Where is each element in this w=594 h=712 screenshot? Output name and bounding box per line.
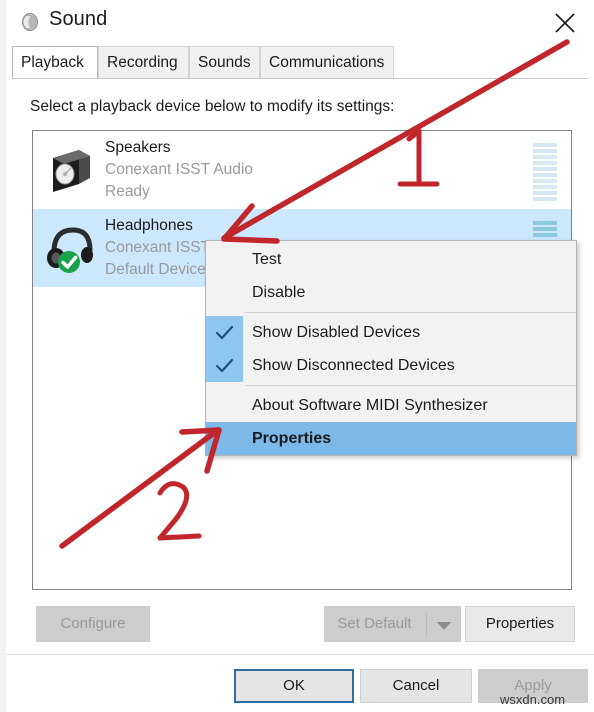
menu-item-label: Disable [252, 284, 306, 301]
volume-meter [533, 221, 557, 237]
device-status: Ready [105, 183, 150, 200]
tab-recording[interactable]: Recording [98, 46, 189, 78]
configure-button[interactable]: Configure [36, 606, 150, 642]
menu-item-label: Properties [252, 430, 332, 447]
tab-sounds[interactable]: Sounds [189, 46, 260, 78]
device-description: Conexant ISST Audio [105, 161, 253, 178]
menu-separator [245, 312, 576, 313]
ok-button[interactable]: OK [234, 669, 354, 703]
headphones-icon [45, 222, 97, 274]
tab-strip: Playback Recording Sounds Communications [6, 46, 594, 79]
properties-button[interactable]: Properties [465, 606, 575, 642]
menu-item-show-disconnected-devices[interactable]: Show Disconnected Devices [206, 349, 576, 382]
button-separator [426, 613, 427, 637]
menu-item-test[interactable]: Test [206, 243, 576, 276]
sound-dialog-window: Sound Playback Recording Sounds Communic… [6, 0, 594, 712]
menu-item-properties[interactable]: Properties [206, 422, 576, 455]
watermark-text: wsxdn.com [500, 692, 566, 707]
menu-item-label: Show Disconnected Devices [252, 357, 455, 374]
menu-item-about-software-midi-synthesizer[interactable]: About Software MIDI Synthesizer [206, 389, 576, 422]
device-description: Conexant ISST [105, 239, 211, 256]
list-item[interactable]: Speakers Conexant ISST Audio Ready [33, 131, 571, 209]
menu-separator [245, 385, 576, 386]
close-icon[interactable] [542, 2, 588, 42]
menu-item-show-disabled-devices[interactable]: Show Disabled Devices [206, 316, 576, 349]
device-status: Default Device [105, 261, 206, 278]
footer-divider [6, 654, 594, 655]
tab-communications[interactable]: Communications [260, 46, 394, 78]
device-name: Speakers [105, 139, 171, 156]
speaker-box-icon [45, 144, 97, 196]
menu-item-label: About Software MIDI Synthesizer [252, 397, 488, 414]
device-name: Headphones [105, 217, 193, 234]
context-menu[interactable]: Test Disable Show Disabled Devices Show … [205, 240, 577, 456]
cancel-button[interactable]: Cancel [360, 669, 472, 703]
set-default-dropdown-button[interactable] [425, 606, 461, 642]
menu-item-label: Show Disabled Devices [252, 324, 421, 341]
checkmark-icon [206, 316, 243, 349]
title-bar: Sound [6, 0, 594, 46]
tab-playback[interactable]: Playback [12, 46, 98, 78]
checkmark-icon [206, 349, 243, 382]
speaker-icon [19, 11, 41, 33]
volume-meter [533, 143, 557, 201]
menu-item-label: Test [252, 251, 282, 268]
set-default-button[interactable]: Set Default [324, 606, 425, 642]
chevron-down-icon [437, 622, 451, 630]
menu-item-disable[interactable]: Disable [206, 276, 576, 309]
instruction-text: Select a playback device below to modify… [30, 98, 395, 115]
page-title: Sound [49, 8, 108, 30]
